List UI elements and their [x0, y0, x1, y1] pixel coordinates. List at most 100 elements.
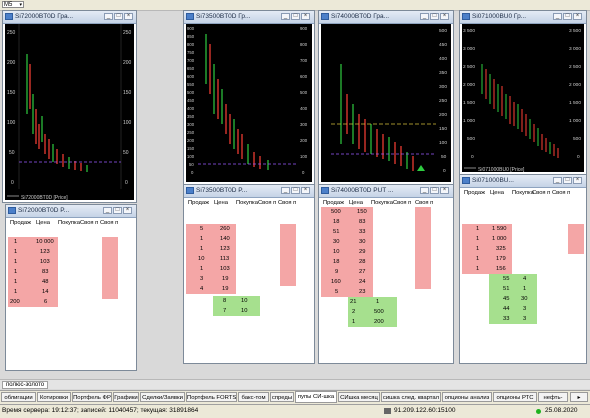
sell-row[interactable]: 500 150: [321, 207, 373, 217]
order-book[interactable]: Продаж Цена Покупка Своя п Своя п 11 590…: [462, 188, 584, 361]
minimize-button[interactable]: _: [553, 177, 562, 184]
window-titlebar[interactable]: Si73500BT0D P... _ □ ×: [184, 185, 314, 198]
maximize-button[interactable]: □: [563, 13, 572, 20]
sell-row[interactable]: 5 260: [186, 224, 236, 234]
tab-si-month[interactable]: СИшка месяц: [338, 392, 380, 402]
buy-row[interactable]: 44 3: [489, 304, 537, 314]
window-titlebar[interactable]: Si74000BT0D Гра... _ □ ×: [319, 11, 453, 24]
chart-window-2[interactable]: Si73500BT0D Гр... _ □ × 900 850 800 750 …: [183, 10, 315, 185]
buy-row[interactable]: 33 3: [489, 314, 537, 324]
sell-row[interactable]: 5 23: [321, 287, 373, 297]
sell-row[interactable]: 1 156: [462, 264, 512, 274]
sell-row[interactable]: 1 140: [186, 234, 236, 244]
sell-row[interactable]: 18 83: [321, 217, 373, 227]
close-button[interactable]: ×: [123, 207, 132, 214]
tab-bonds[interactable]: облигации: [1, 392, 36, 402]
minimize-button[interactable]: _: [420, 13, 429, 20]
sell-row[interactable]: 9 27: [321, 267, 373, 277]
buy-row[interactable]: 1 200: [348, 317, 397, 327]
tab-options-rts[interactable]: опционы РТС: [493, 392, 537, 402]
sell-row[interactable]: 51 33: [321, 227, 373, 237]
order-book[interactable]: Продаж Цена Покупка Своя п Своя п 1 10 00…: [8, 218, 134, 368]
chart-window-3[interactable]: Si74000BT0D Гра... _ □ × 500 450 400 350…: [318, 10, 454, 185]
buy-row[interactable]: 21 1: [348, 297, 397, 307]
maximize-button[interactable]: □: [430, 13, 439, 20]
close-button[interactable]: ×: [573, 177, 582, 184]
order-book-window-2[interactable]: Si73500BT0D P... _ □ × Продаж Цена Покуп…: [183, 184, 315, 364]
order-book-window-1[interactable]: Si72000BT0D P... _ □ × Продаж Цена Покуп…: [5, 204, 137, 371]
sell-row[interactable]: 30 30: [321, 237, 373, 247]
sell-row[interactable]: 10 29: [321, 247, 373, 257]
maximize-button[interactable]: □: [291, 13, 300, 20]
buy-row[interactable]: 45 30: [489, 294, 537, 304]
minimize-button[interactable]: _: [104, 13, 113, 20]
buy-row[interactable]: 2 500: [348, 307, 397, 317]
maximize-button[interactable]: □: [430, 187, 439, 194]
sell-row[interactable]: 4 19: [186, 284, 236, 294]
maximize-button[interactable]: □: [113, 207, 122, 214]
minimize-button[interactable]: _: [420, 187, 429, 194]
close-button[interactable]: ×: [301, 187, 310, 194]
sell-row[interactable]: 1 325: [462, 244, 512, 254]
sell-row[interactable]: 1 48: [8, 277, 58, 287]
window-titlebar[interactable]: Si73500BT0D Гр... _ □ ×: [184, 11, 314, 24]
maximize-button[interactable]: □: [114, 13, 123, 20]
tabs-scroll-right[interactable]: ▸: [570, 392, 588, 402]
sell-row[interactable]: 18 28: [321, 257, 373, 267]
tab-oil[interactable]: нефть-: [538, 392, 568, 402]
sell-row[interactable]: 1 179: [462, 254, 512, 264]
close-button[interactable]: ×: [440, 187, 449, 194]
minimize-button[interactable]: _: [103, 207, 112, 214]
price-chart[interactable]: 250 200 150 100 50 0 250 200 150 100 50 …: [5, 24, 134, 201]
buy-row[interactable]: 51 1: [489, 284, 537, 294]
tab-si-next-quarter[interactable]: сишка след. квартал: [381, 392, 441, 402]
sell-row[interactable]: 11 000: [462, 234, 512, 244]
minimize-button[interactable]: _: [553, 13, 562, 20]
sell-row[interactable]: 1 123: [8, 247, 58, 257]
window-titlebar[interactable]: Si74000BT0D PUT ... _ □ ×: [319, 185, 453, 198]
sell-row[interactable]: 3 19: [186, 274, 236, 284]
buy-row[interactable]: 8 10: [213, 296, 260, 306]
buy-row[interactable]: 7 10: [213, 306, 260, 316]
price-chart[interactable]: 3 500 3 000 2 500 2 000 1 500 1 000 500 …: [462, 24, 584, 173]
sell-row[interactable]: 10 113: [186, 254, 236, 264]
tab-si-puts[interactable]: пупы СИ-шка: [295, 391, 337, 403]
timeframe-select[interactable]: M5 ▾: [2, 1, 24, 8]
tab-quotes[interactable]: Котировки: [37, 392, 71, 402]
sell-row[interactable]: 160 24: [321, 277, 373, 287]
window-titlebar[interactable]: Si72000BT0D Гра... _ □ ×: [3, 11, 136, 24]
tab-baks-tom[interactable]: бакс-том: [238, 392, 269, 402]
window-titlebar[interactable]: Si071000BU... _ □ ×: [460, 175, 586, 188]
buy-row[interactable]: 55 4: [489, 274, 537, 284]
window-titlebar[interactable]: Si071000BU0 Гр... _ □ ×: [460, 11, 586, 24]
tab-trades-orders[interactable]: Сделки/Заявки: [140, 392, 185, 402]
tab-charts[interactable]: Графики: [113, 392, 139, 402]
sell-row[interactable]: 1 103: [186, 264, 236, 274]
sell-row[interactable]: 1 103: [8, 257, 58, 267]
close-button[interactable]: ×: [301, 13, 310, 20]
sell-row[interactable]: 1 10 000: [8, 237, 58, 247]
tab-group-label[interactable]: полюс-золото: [2, 381, 49, 389]
window-titlebar[interactable]: Si72000BT0D P... _ □ ×: [6, 205, 136, 218]
order-book[interactable]: Продаж Цена Покупка Своя п Своя п 5 260 1…: [186, 198, 312, 361]
chart-window-1[interactable]: Si72000BT0D Гра... _ □ × 250 200 150 100…: [2, 10, 137, 203]
tab-options-analysis[interactable]: опционы анализ: [442, 392, 492, 402]
tab-portfolio-fr[interactable]: Портфель ФР: [72, 392, 112, 402]
sell-row[interactable]: 1 14: [8, 287, 58, 297]
order-book[interactable]: Продаж Цена Покупка Своя п Своя п 500 150…: [321, 198, 451, 361]
sell-row[interactable]: 200 6: [8, 297, 58, 307]
maximize-button[interactable]: □: [563, 177, 572, 184]
tab-portfolio-forts[interactable]: Портфель FORTS: [186, 392, 237, 402]
close-button[interactable]: ×: [440, 13, 449, 20]
price-chart[interactable]: 500 450 400 350 300 250 200 150 100 50 0: [321, 24, 451, 182]
minimize-button[interactable]: _: [281, 13, 290, 20]
chart-window-4[interactable]: Si071000BU0 Гр... _ □ × 3 500 3 000 2 50…: [459, 10, 587, 175]
close-button[interactable]: ×: [124, 13, 133, 20]
minimize-button[interactable]: _: [281, 187, 290, 194]
sell-row[interactable]: 11 590: [462, 224, 512, 234]
sell-row[interactable]: 1 83: [8, 267, 58, 277]
order-book-window-3[interactable]: Si74000BT0D PUT ... _ □ × Продаж Цена По…: [318, 184, 454, 364]
tab-spreads[interactable]: спреды: [270, 392, 294, 402]
sell-row[interactable]: 1 123: [186, 244, 236, 254]
close-button[interactable]: ×: [573, 13, 582, 20]
